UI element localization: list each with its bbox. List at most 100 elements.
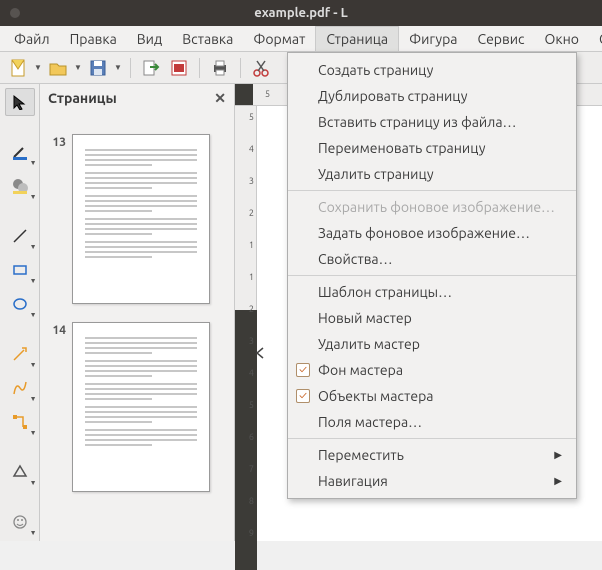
pdf-export-icon[interactable] [167, 56, 191, 80]
menu-item[interactable]: Дублировать страницу [288, 83, 576, 109]
menu-страница[interactable]: Страница [315, 26, 399, 51]
dropdown-icon[interactable]: ▼ [114, 63, 122, 72]
window-close-dot[interactable] [10, 8, 20, 18]
menu-item-label: Переименовать страницу [318, 140, 485, 156]
fill-color-tool[interactable]: ▼ [5, 172, 35, 200]
submenu-arrow-icon: ▶ [554, 475, 562, 487]
ruler-tick: 4 [249, 368, 254, 378]
menu-item[interactable]: Поля мастера… [288, 409, 576, 435]
menu-item[interactable]: Переименовать страницу [288, 135, 576, 161]
emoji-tool[interactable]: ▼ [5, 508, 35, 536]
page-thumbnail[interactable] [72, 322, 210, 492]
menu-item[interactable]: Свойства… [288, 246, 576, 272]
separator [240, 58, 241, 78]
menu-item-label: Задать фоновое изображение… [318, 225, 530, 241]
menubar: ФайлПравкаВидВставкаФорматСтраницаФигура… [0, 26, 602, 52]
window-title: example.pdf - L [254, 6, 347, 20]
menu-item[interactable]: Новый мастер [288, 305, 576, 331]
checkbox-icon: ✓ [296, 363, 310, 377]
arrow-tool[interactable]: ▼ [5, 340, 35, 368]
page-menu-dropdown: Создать страницу Дублировать страницу Вста… [287, 52, 577, 499]
menu-item[interactable]: Навигация ▶ [288, 468, 576, 494]
panel-header: Страницы ✕ [40, 84, 234, 112]
thumb-number: 14 [50, 322, 72, 337]
ruler-tick: 3 [249, 336, 254, 346]
cut-icon[interactable] [249, 56, 273, 80]
menu-вставка[interactable]: Вставка [172, 26, 243, 51]
menu-окно[interactable]: Окно [535, 26, 589, 51]
print-icon[interactable] [208, 56, 232, 80]
dropdown-icon[interactable]: ▼ [74, 63, 82, 72]
line-tool[interactable]: ▼ [5, 222, 35, 250]
export-icon[interactable] [139, 56, 163, 80]
menu-item-label: Поля мастера… [318, 414, 422, 430]
menu-item-label: Вставить страницу из файла… [318, 114, 517, 130]
thumb-row[interactable]: 13 [50, 134, 224, 304]
menu-item[interactable]: Вставить страницу из файла… [288, 109, 576, 135]
menu-справка[interactable]: Справка [589, 26, 602, 51]
checkbox-icon: ✓ [296, 389, 310, 403]
page-thumbnail[interactable] [72, 134, 210, 304]
connector-tool[interactable]: ▼ [5, 408, 35, 436]
menu-item[interactable]: ✓ Объекты мастера [288, 383, 576, 409]
menu-item-label: Удалить мастер [318, 336, 420, 352]
menu-формат[interactable]: Формат [243, 26, 315, 51]
thumbnails-list: 13 14 [40, 112, 234, 541]
menu-фигура[interactable]: Фигура [399, 26, 467, 51]
window-titlebar: example.pdf - L [0, 0, 602, 26]
menu-item[interactable]: Переместить ▶ [288, 442, 576, 468]
ruler-tick: 2 [249, 304, 254, 314]
selection-tool[interactable] [5, 88, 35, 116]
ruler-tick: 1 [249, 240, 254, 250]
ruler-tick: 8 [249, 496, 254, 506]
ruler-tick: 1 [249, 272, 254, 282]
menu-item[interactable]: Задать фоновое изображение… [288, 220, 576, 246]
shapes-tool[interactable]: ▼ [5, 458, 35, 486]
dropdown-icon[interactable]: ▼ [34, 63, 42, 72]
menu-item: Сохранить фоновое изображение… [288, 194, 576, 220]
menu-вид[interactable]: Вид [127, 26, 172, 51]
menu-item[interactable]: ✓ Фон мастера [288, 357, 576, 383]
ruler-tick: 5 [265, 89, 270, 99]
menu-item-label: Свойства… [318, 251, 393, 267]
menu-item-label: Навигация [318, 473, 388, 489]
menu-separator [288, 275, 576, 276]
ellipse-tool[interactable]: ▼ [5, 290, 35, 318]
ruler-tick: 3 [249, 176, 254, 186]
menu-item-label: Создать страницу [318, 62, 433, 78]
rectangle-tool[interactable]: ▼ [5, 256, 35, 284]
line-color-tool[interactable]: ▼ [5, 138, 35, 166]
menu-item-label: Новый мастер [318, 310, 412, 326]
menu-item[interactable]: Удалить страницу [288, 161, 576, 187]
separator [199, 58, 200, 78]
menu-separator [288, 438, 576, 439]
menu-item-label: Шаблон страницы… [318, 284, 452, 300]
menu-item-label: Фон мастера [318, 362, 403, 378]
thumb-row[interactable]: 14 [50, 322, 224, 492]
collapse-handle-icon[interactable] [255, 346, 265, 360]
close-icon[interactable]: ✕ [214, 90, 226, 107]
curve-tool[interactable]: ▼ [5, 374, 35, 402]
submenu-arrow-icon: ▶ [554, 449, 562, 461]
menu-separator [288, 190, 576, 191]
menu-item-label: Удалить страницу [318, 166, 434, 182]
menu-item-label: Переместить [318, 447, 404, 463]
menu-item-label: Объекты мастера [318, 388, 433, 404]
ruler-tick: 2 [249, 208, 254, 218]
separator [130, 58, 131, 78]
menu-правка[interactable]: Правка [60, 26, 127, 51]
new-doc-icon[interactable] [6, 56, 30, 80]
menu-item[interactable]: Шаблон страницы… [288, 279, 576, 305]
ruler-vertical: 54321123456789 [235, 106, 257, 541]
menu-файл[interactable]: Файл [4, 26, 60, 51]
save-icon[interactable] [86, 56, 110, 80]
ruler-tick: 5 [249, 112, 254, 122]
menu-item[interactable]: Создать страницу [288, 57, 576, 83]
ruler-tick: 4 [249, 144, 254, 154]
menu-item[interactable]: Удалить мастер [288, 331, 576, 357]
tools-sidebar: ▼ ▼ ▼ ▼ ▼ ▼ ▼ ▼ ▼ ▼ [0, 84, 40, 541]
menu-item-label: Сохранить фоновое изображение… [318, 199, 555, 215]
open-icon[interactable] [46, 56, 70, 80]
ruler-tick: 6 [249, 432, 254, 442]
menu-сервис[interactable]: Сервис [468, 26, 535, 51]
